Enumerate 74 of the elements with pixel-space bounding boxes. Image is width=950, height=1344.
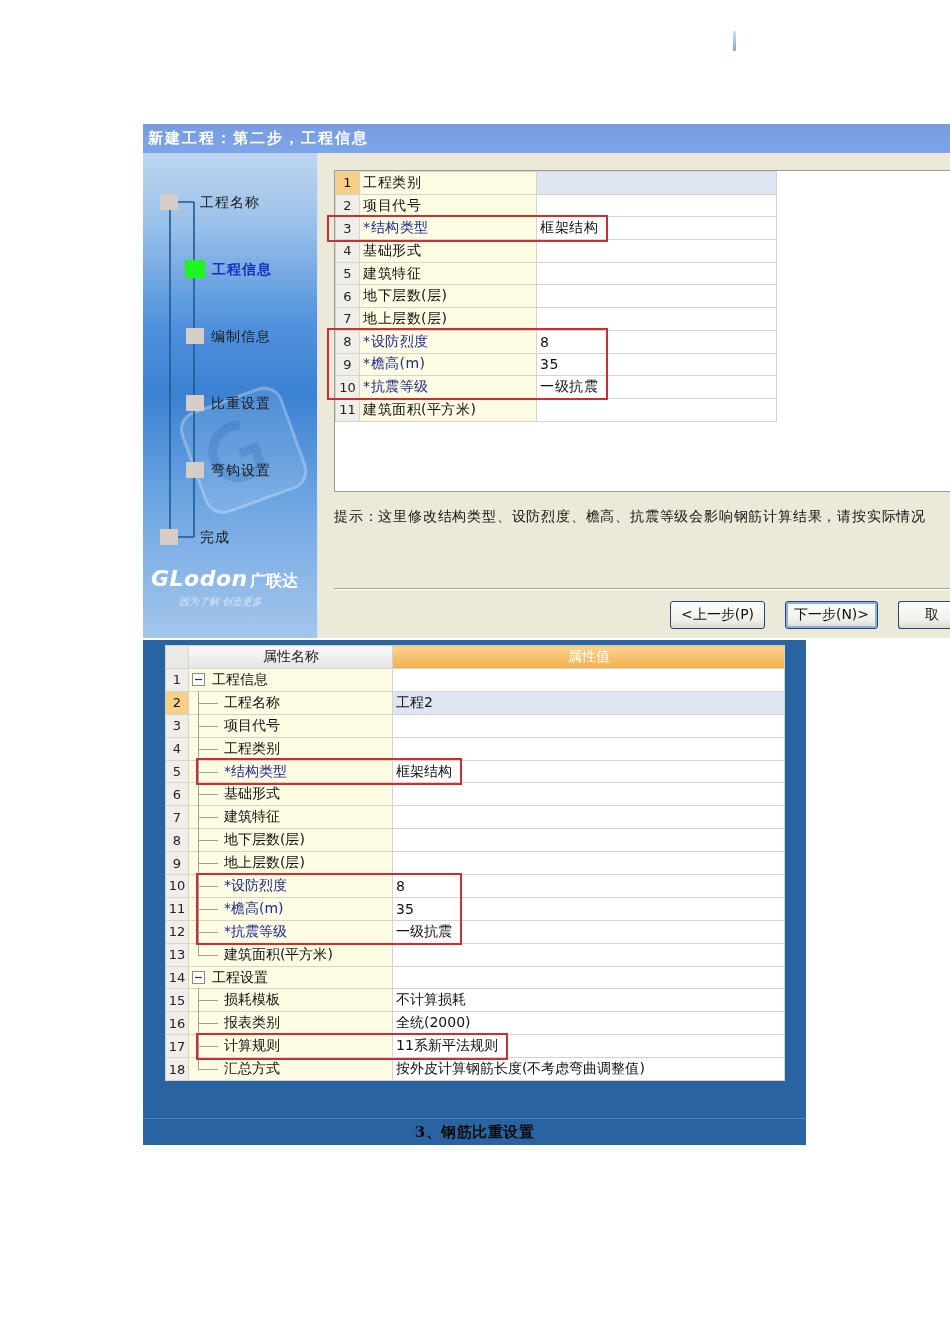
row-number: 11 [165,897,189,921]
table-cell: 建筑面积(平方米) [359,398,537,422]
table-cell: 8 [536,330,777,353]
table-cell: *设防烈度 [359,330,537,353]
wizard-button[interactable]: 下一步(N)> [785,601,878,629]
row-number: 5 [335,262,360,285]
table-cell: 35 [392,897,785,921]
table-cell: *抗震等级 [359,375,537,399]
row-number: 1 [335,171,360,195]
row-number: 8 [335,330,360,353]
row-number: 1 [165,668,189,692]
table-cell: 工程类别 [359,171,537,195]
table-cell: 工程名称 [188,691,393,715]
window-title: 新建工程：第二步，工程信息 [148,129,369,148]
hint-text: 提示：这里修改结构类型、设防烈度、檐高、抗震等级会影响钢筋计算结果，请按实际情况 [334,507,927,526]
logo-wordmark: GLodon [151,566,248,592]
step-label: 编制信息 [211,327,271,345]
step-label: 弯钩设置 [211,461,271,479]
row-number: 18 [165,1057,189,1081]
group-label: 工程设置 [212,968,268,985]
row-number: 12 [165,920,189,944]
wizard-button[interactable]: 取 [898,601,950,629]
wizard-button[interactable]: <上一步(P) [670,601,765,629]
row-number: 17 [165,1034,189,1058]
row-number: 3 [335,216,360,240]
table-cell: 建筑面积(平方米) [188,943,393,967]
table-cell: 地下层数(层) [188,828,393,852]
row-number: 2 [165,691,189,715]
row-number: 8 [165,828,189,852]
row-number: 7 [165,805,189,829]
row-number: 9 [335,353,360,376]
table-cell: 建筑特征 [359,262,537,285]
row-number: 6 [165,782,189,806]
table-cell: 11系新平法规则 [392,1034,785,1058]
collapse-toggle[interactable] [192,673,205,687]
cursor-bar-icon [733,31,736,51]
row-number: 10 [165,874,189,898]
table-cell: 损耗模板 [188,988,393,1012]
row-number: 9 [165,851,189,875]
table-cell: 一级抗震 [536,375,777,399]
row-number: 11 [335,398,360,422]
figure-caption: 3、钢筋比重设置 [414,1122,535,1142]
table-cell: 地下层数(层) [359,284,537,308]
row-number: 13 [165,943,189,967]
table-cell: *结构类型 [359,216,537,240]
row-number: 2 [335,194,360,217]
table-cell: 8 [392,874,785,898]
table-cell: 建筑特征 [188,805,393,829]
step-label: 工程信息 [212,260,272,278]
table-cell: 35 [536,353,777,376]
row-number: 4 [165,737,189,761]
table-cell: 框架结构 [536,216,777,240]
table-cell: *结构类型 [188,760,393,783]
table-cell: 一级抗震 [392,920,785,944]
group-label: 工程信息 [212,670,268,687]
logo-cn-wordmark: 广联达 [249,570,298,592]
row-number: 5 [165,760,189,783]
row-number: 15 [165,988,189,1012]
step-label: 完成 [200,528,230,546]
table-cell: *檐高(m) [359,353,537,376]
collapse-toggle[interactable] [192,971,205,984]
table-cell: 不计算损耗 [392,988,785,1012]
row-number: 16 [165,1011,189,1035]
row-number: 3 [165,714,189,738]
row-number: 6 [335,284,360,308]
step-label: 工程名称 [200,193,260,211]
step-label: 比重设置 [211,394,271,412]
column-header[interactable]: 属性名称 [188,645,393,669]
row-number: 14 [165,966,189,989]
table-cell: 工程2 [392,691,785,715]
table-cell: 框架结构 [392,760,785,783]
row-number: 10 [335,375,360,399]
table-cell: 项目代号 [188,714,393,738]
table-cell: 项目代号 [359,194,537,217]
